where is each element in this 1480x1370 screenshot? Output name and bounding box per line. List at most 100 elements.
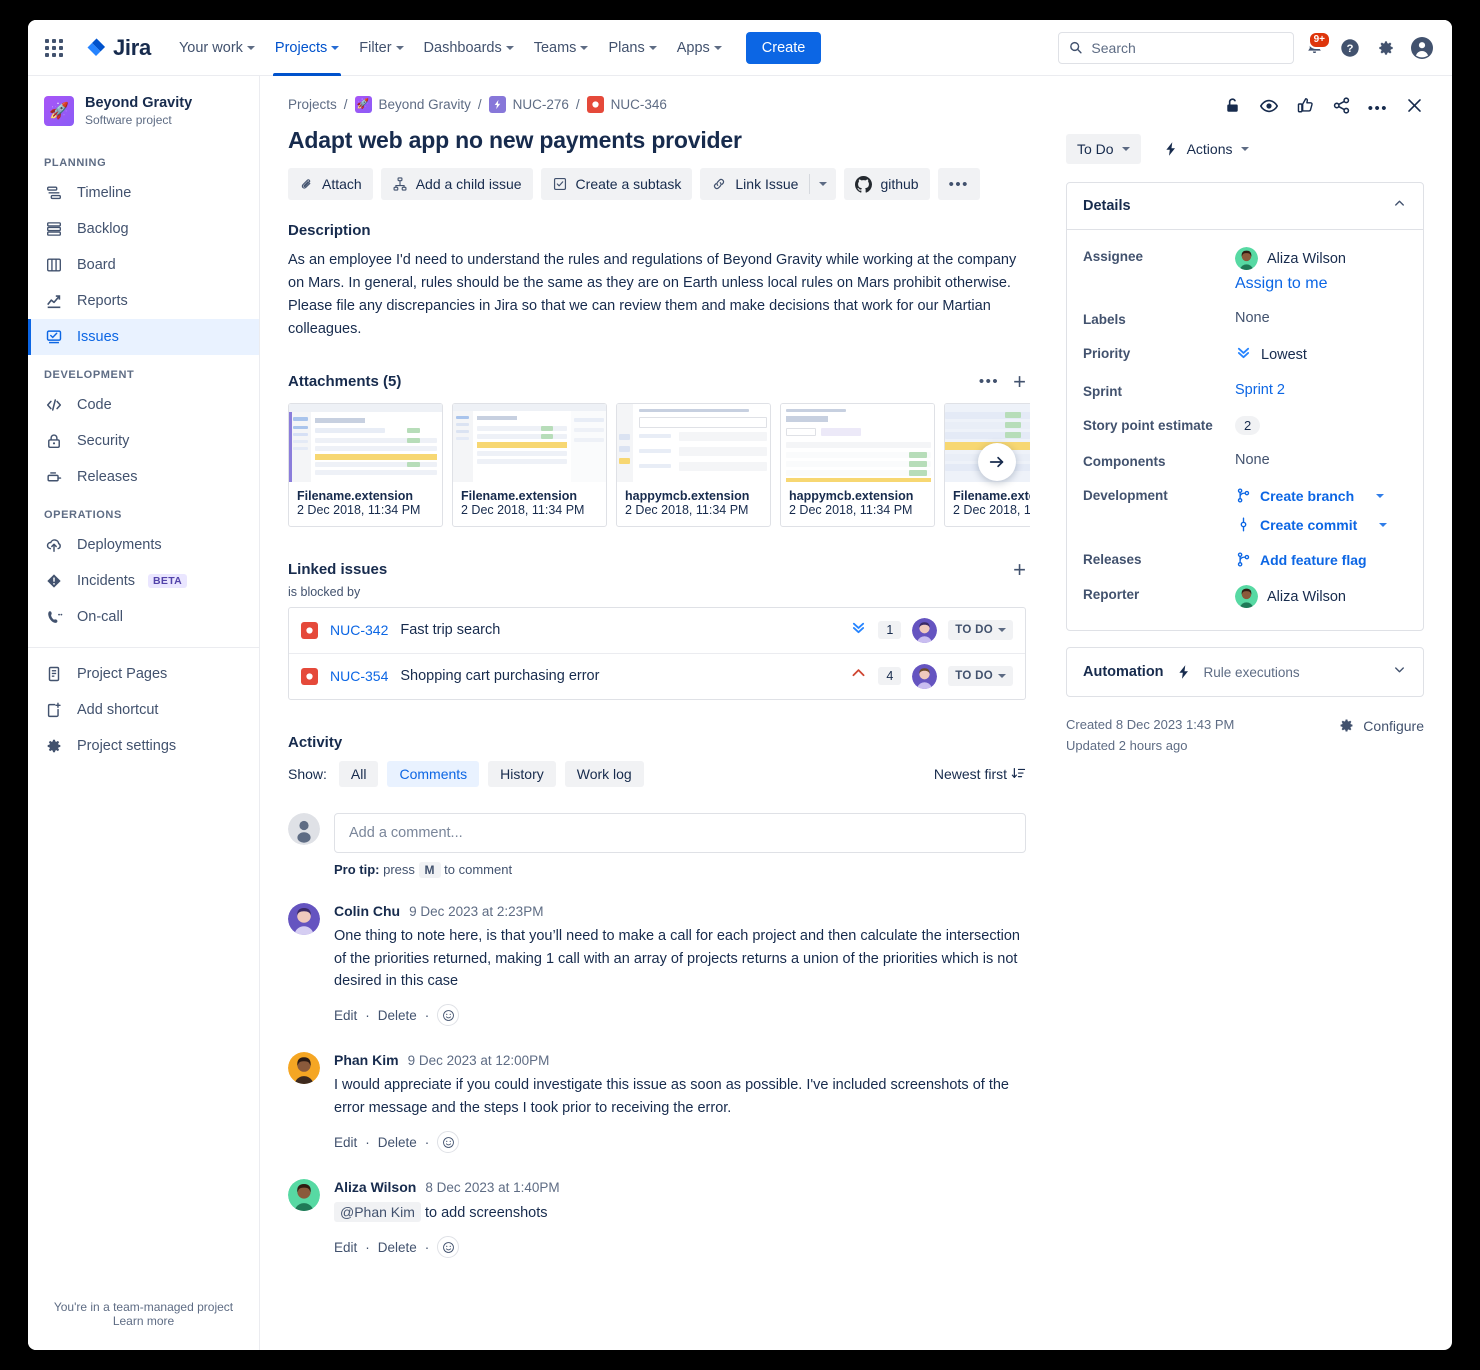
edit-comment-link[interactable]: Edit (334, 1135, 357, 1150)
add-comment-input[interactable]: Add a comment... (334, 813, 1026, 853)
add-reaction-icon[interactable] (437, 1131, 459, 1153)
sidebar-item-add-shortcut[interactable]: Add shortcut (28, 692, 259, 728)
status-badge[interactable]: TO DO (948, 620, 1013, 640)
sidebar-item-project-settings[interactable]: Project settings (28, 728, 259, 764)
delete-comment-link[interactable]: Delete (378, 1008, 417, 1023)
create-branch-button[interactable]: Create branch (1235, 487, 1387, 504)
chevron-down-icon[interactable] (1392, 662, 1407, 682)
breadcrumb-parent-issue[interactable]: NUC-276 (513, 97, 569, 112)
configure-button[interactable]: Configure (1338, 715, 1424, 734)
avatar[interactable] (288, 1179, 320, 1258)
add-feature-flag-button[interactable]: Add feature flag (1235, 549, 1367, 568)
close-icon[interactable] (1405, 96, 1424, 120)
like-icon[interactable] (1296, 96, 1315, 120)
attachment-card[interactable]: Filename.extension 2 Dec 2018, 11:34 PM (452, 403, 607, 527)
sidebar-item-project-pages[interactable]: Project Pages (28, 656, 259, 692)
user-mention[interactable]: @Phan Kim (334, 1202, 421, 1222)
attachment-card[interactable]: happymcb.extension 2 Dec 2018, 11:34 PM (616, 403, 771, 527)
delete-comment-link[interactable]: Delete (378, 1240, 417, 1255)
breadcrumb-projects[interactable]: Projects (288, 97, 337, 112)
tab-all[interactable]: All (339, 761, 379, 787)
sidebar-item-incidents[interactable]: Incidents BETA (28, 563, 259, 599)
more-actions-button[interactable]: ••• (938, 168, 980, 200)
breadcrumb-current-issue[interactable]: NUC-346 (611, 97, 667, 112)
attachments-next-button[interactable] (978, 443, 1016, 481)
chevron-down-icon[interactable] (1379, 523, 1387, 527)
linked-issue-key[interactable]: NUC-342 (330, 622, 388, 638)
edit-comment-link[interactable]: Edit (334, 1240, 357, 1255)
github-button[interactable]: github (844, 168, 929, 200)
field-value[interactable]: Aliza Wilson (1235, 584, 1346, 608)
sidebar-item-backlog[interactable]: Backlog (28, 211, 259, 247)
chevron-up-icon[interactable] (1392, 196, 1407, 216)
field-value[interactable]: Aliza Wilson (1235, 246, 1346, 270)
lock-icon[interactable] (1223, 96, 1242, 120)
delete-comment-link[interactable]: Delete (378, 1135, 417, 1150)
field-value[interactable]: 2 (1235, 415, 1260, 435)
avatar[interactable] (288, 1052, 320, 1153)
add-child-issue-button[interactable]: Add a child issue (381, 168, 533, 200)
add-reaction-icon[interactable] (437, 1004, 459, 1026)
nav-plans[interactable]: Plans (598, 20, 666, 76)
sidebar-item-releases[interactable]: Releases (28, 459, 259, 495)
comment-author[interactable]: Colin Chu (334, 903, 400, 919)
link-issue-button[interactable]: Link Issue (700, 168, 809, 200)
automation-panel[interactable]: Automation Rule executions (1066, 647, 1424, 697)
field-value[interactable]: None (1235, 309, 1270, 326)
sidebar-item-code[interactable]: Code (28, 387, 259, 423)
sidebar-item-issues[interactable]: Issues (28, 319, 259, 355)
attachment-card[interactable]: happymcb.extension 2 Dec 2018, 11:34 PM (780, 403, 935, 527)
notifications-button[interactable]: 9+ (1298, 32, 1330, 64)
comment-author[interactable]: Phan Kim (334, 1052, 399, 1068)
search-input[interactable] (1091, 40, 1283, 56)
comment-timestamp[interactable]: 8 Dec 2023 at 1:40PM (425, 1180, 559, 1195)
avatar[interactable] (288, 903, 320, 1027)
sprint-link[interactable]: Sprint 2 (1235, 381, 1285, 398)
attachment-card[interactable]: Filename.extension 2 Dec 2018, 11:34 PM (288, 403, 443, 527)
tab-comments[interactable]: Comments (387, 761, 479, 787)
edit-comment-link[interactable]: Edit (334, 1008, 357, 1023)
sidebar-item-deployments[interactable]: Deployments (28, 527, 259, 563)
sidebar-item-reports[interactable]: Reports (28, 283, 259, 319)
status-badge[interactable]: TO DO (948, 666, 1013, 686)
chevron-down-icon[interactable] (1376, 494, 1384, 498)
nav-projects[interactable]: Projects (265, 20, 349, 76)
comment-timestamp[interactable]: 9 Dec 2023 at 2:23PM (409, 904, 543, 919)
add-reaction-icon[interactable] (437, 1236, 459, 1258)
profile-avatar[interactable] (1406, 32, 1438, 64)
sort-order-button[interactable]: Newest first (934, 766, 1026, 782)
breadcrumb-project[interactable]: Beyond Gravity (379, 97, 471, 112)
sidebar-item-oncall[interactable]: On-call (28, 599, 259, 635)
share-icon[interactable] (1332, 96, 1351, 120)
details-panel-header[interactable]: Details (1067, 183, 1423, 230)
learn-more-link[interactable]: Learn more (44, 1314, 243, 1328)
field-value[interactable]: None (1235, 451, 1270, 468)
attach-button[interactable]: Attach (288, 168, 373, 200)
nav-apps[interactable]: Apps (667, 20, 732, 76)
tab-history[interactable]: History (488, 761, 556, 787)
linked-issue-row[interactable]: NUC-342 Fast trip search 1 TO DO (289, 608, 1025, 654)
sidebar-item-board[interactable]: Board (28, 247, 259, 283)
project-header[interactable]: 🚀 Beyond Gravity Software project (28, 76, 259, 143)
add-linked-issue-icon[interactable]: + (1013, 559, 1026, 581)
actions-dropdown[interactable]: Actions (1159, 134, 1253, 164)
comment-author[interactable]: Aliza Wilson (334, 1179, 416, 1195)
help-button[interactable]: ? (1334, 32, 1366, 64)
search-box[interactable] (1058, 32, 1294, 64)
jira-logo[interactable]: Jira (84, 35, 151, 61)
create-button[interactable]: Create (746, 32, 822, 64)
more-icon[interactable]: ••• (1368, 101, 1388, 116)
create-subtask-button[interactable]: Create a subtask (541, 168, 693, 200)
nav-dashboards[interactable]: Dashboards (414, 20, 524, 76)
tab-work-log[interactable]: Work log (565, 761, 644, 787)
linked-issue-key[interactable]: NUC-354 (330, 668, 388, 684)
create-commit-button[interactable]: Create commit (1235, 516, 1387, 533)
watch-icon[interactable] (1259, 96, 1279, 121)
linked-issue-row[interactable]: NUC-354 Shopping cart purchasing error 4 (289, 654, 1025, 699)
sidebar-item-timeline[interactable]: Timeline (28, 175, 259, 211)
sidebar-item-security[interactable]: Security (28, 423, 259, 459)
nav-teams[interactable]: Teams (524, 20, 599, 76)
avatar[interactable] (912, 618, 937, 643)
nav-your-work[interactable]: Your work (169, 20, 265, 76)
comment-timestamp[interactable]: 9 Dec 2023 at 12:00PM (408, 1053, 550, 1068)
